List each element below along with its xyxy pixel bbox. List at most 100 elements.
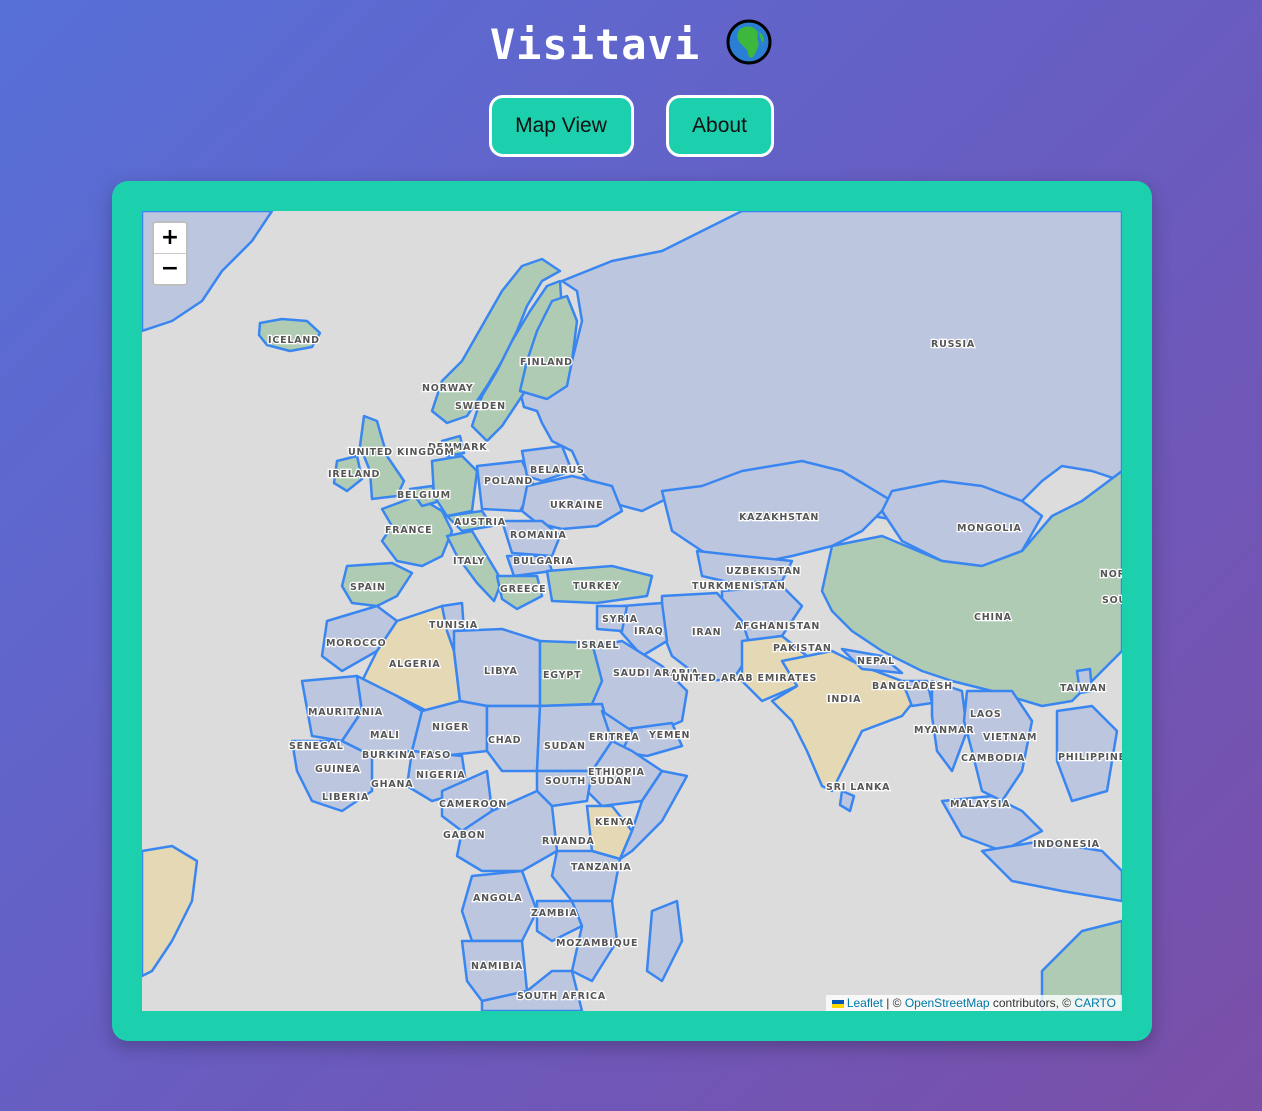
label-angola: ANGOLA — [473, 893, 522, 904]
country-germany — [430, 454, 479, 518]
zoom-out-button[interactable]: − — [154, 254, 186, 284]
label-myanmar: MYANMAR — [914, 725, 974, 736]
label-iran: IRAN — [692, 627, 721, 638]
map-frame: + − ICELAND NORWAY SWEDEN FINLAND RUSSIA… — [112, 181, 1152, 1041]
label-bulgaria: BULGARIA — [513, 556, 574, 567]
ukraine-flag-icon — [831, 999, 844, 1008]
label-tunisia: TUNISIA — [429, 620, 478, 631]
label-sweden: SWEDEN — [455, 401, 506, 412]
label-united-kingdom: UNITED KINGDOM — [348, 447, 455, 458]
country-indonesia — [980, 839, 1122, 903]
label-egypt: EGYPT — [543, 670, 581, 681]
label-ukraine: UKRAINE — [550, 500, 603, 511]
label-eritrea: ERITREA — [589, 732, 640, 743]
label-taiwan: TAIWAN — [1060, 683, 1107, 694]
label-indonesia: INDONESIA — [1033, 839, 1100, 850]
label-iceland: ICELAND — [268, 335, 320, 346]
label-israel: ISRAEL — [577, 640, 619, 651]
label-nigeria: NIGERIA — [416, 770, 466, 781]
label-cambodia: CAMBODIA — [961, 753, 1025, 764]
label-greece: GREECE — [500, 584, 546, 595]
label-south-sudan: SOUTH SUDAN — [545, 776, 632, 787]
label-mauritania: MAURITANIA — [308, 707, 383, 718]
label-malaysia: MALAYSIA — [950, 799, 1010, 810]
attrib-contrib: contributors, © — [989, 996, 1075, 1010]
label-sri-lanka: SRI LANKA — [826, 782, 890, 793]
label-algeria: ALGERIA — [389, 659, 441, 670]
label-vietnam: VIETNAM — [983, 732, 1037, 743]
label-mali: MALI — [370, 730, 400, 741]
label-philippines: PHILIPPINES — [1058, 752, 1122, 763]
label-china: CHINA — [974, 612, 1012, 623]
label-ghana: GHANA — [371, 779, 413, 790]
label-tanzania: TANZANIA — [571, 862, 632, 873]
label-india: INDIA — [827, 694, 861, 705]
label-south-korea: SOUTH KOREA — [1102, 595, 1122, 606]
label-niger: NIGER — [432, 722, 469, 733]
map-canvas: ICELAND NORWAY SWEDEN FINLAND RUSSIA DEN… — [142, 211, 1122, 1011]
label-mongolia: MONGOLIA — [957, 523, 1022, 534]
map-view-button[interactable]: Map View — [488, 95, 634, 157]
label-finland: FINLAND — [520, 357, 573, 368]
label-chad: CHAD — [488, 735, 521, 746]
zoom-control: + − — [152, 221, 188, 286]
label-italy: ITALY — [453, 556, 485, 567]
country-indochina — [962, 689, 1034, 803]
country-madagascar — [645, 899, 684, 983]
attrib-sep: | © — [882, 996, 905, 1010]
label-france: FRANCE — [385, 525, 432, 536]
label-cameroon: CAMEROON — [439, 799, 507, 810]
country-angola — [460, 869, 539, 943]
label-afghanistan: AFGHANISTAN — [735, 621, 820, 632]
world-map[interactable]: + − ICELAND NORWAY SWEDEN FINLAND RUSSIA… — [142, 211, 1122, 1011]
label-burkina-faso: BURKINA FASO — [362, 750, 451, 761]
globe-africa-icon — [726, 19, 772, 64]
label-nepal: NEPAL — [857, 656, 895, 667]
label-turkey: TURKEY — [573, 581, 620, 592]
label-zambia: ZAMBIA — [531, 908, 578, 919]
label-turkmenistan: TURKMENISTAN — [692, 581, 786, 592]
osm-link[interactable]: OpenStreetMap — [905, 996, 990, 1010]
label-morocco: MOROCCO — [326, 638, 387, 649]
label-pakistan: PAKISTAN — [773, 643, 832, 654]
label-south-africa: SOUTH AFRICA — [517, 991, 606, 1002]
label-poland: POLAND — [484, 476, 533, 487]
label-guinea: GUINEA — [315, 764, 361, 775]
label-bangladesh: BANGLADESH — [872, 681, 953, 692]
label-norway: NORWAY — [422, 383, 474, 394]
carto-link[interactable]: CARTO — [1074, 996, 1116, 1010]
country-south-america-edge — [142, 844, 199, 978]
zoom-in-button[interactable]: + — [154, 223, 186, 254]
label-spain: SPAIN — [350, 582, 386, 593]
label-liberia: LIBERIA — [322, 792, 369, 803]
label-sudan: SUDAN — [544, 741, 586, 752]
label-syria: SYRIA — [602, 614, 638, 625]
country-tanzania — [550, 849, 622, 903]
label-namibia: NAMIBIA — [471, 961, 523, 972]
label-yemen: YEMEN — [648, 730, 690, 741]
label-laos: LAOS — [970, 709, 1002, 720]
label-north-korea: NORTH KOREA — [1100, 569, 1122, 580]
label-iraq: IRAQ — [634, 626, 663, 637]
label-senegal: SENEGAL — [289, 741, 344, 752]
label-uae: UNITED ARAB EMIRATES — [672, 673, 817, 684]
leaflet-link[interactable]: Leaflet — [847, 996, 883, 1010]
app-title: Visitavi — [0, 19, 1262, 71]
label-libya: LIBYA — [484, 666, 518, 677]
label-kenya: KENYA — [595, 817, 634, 828]
country-sri-lanka — [838, 789, 856, 813]
map-attribution: Leaflet | © OpenStreetMap contributors, … — [825, 995, 1122, 1011]
app-title-text: Visitavi — [489, 20, 701, 69]
label-gabon: GABON — [443, 830, 485, 841]
label-uzbekistan: UZBEKISTAN — [726, 566, 801, 577]
label-austria: AUSTRIA — [454, 517, 506, 528]
label-russia: RUSSIA — [931, 339, 975, 350]
label-belarus: BELARUS — [530, 465, 585, 476]
label-kazakhstan: KAZAKHSTAN — [739, 512, 819, 523]
label-belgium: BELGIUM — [397, 490, 451, 501]
label-mozambique: MOZAMBIQUE — [556, 938, 638, 949]
main-nav: Map View About — [0, 95, 1262, 157]
label-ireland: IRELAND — [328, 469, 380, 480]
label-romania: ROMANIA — [510, 530, 567, 541]
about-button[interactable]: About — [665, 95, 774, 157]
